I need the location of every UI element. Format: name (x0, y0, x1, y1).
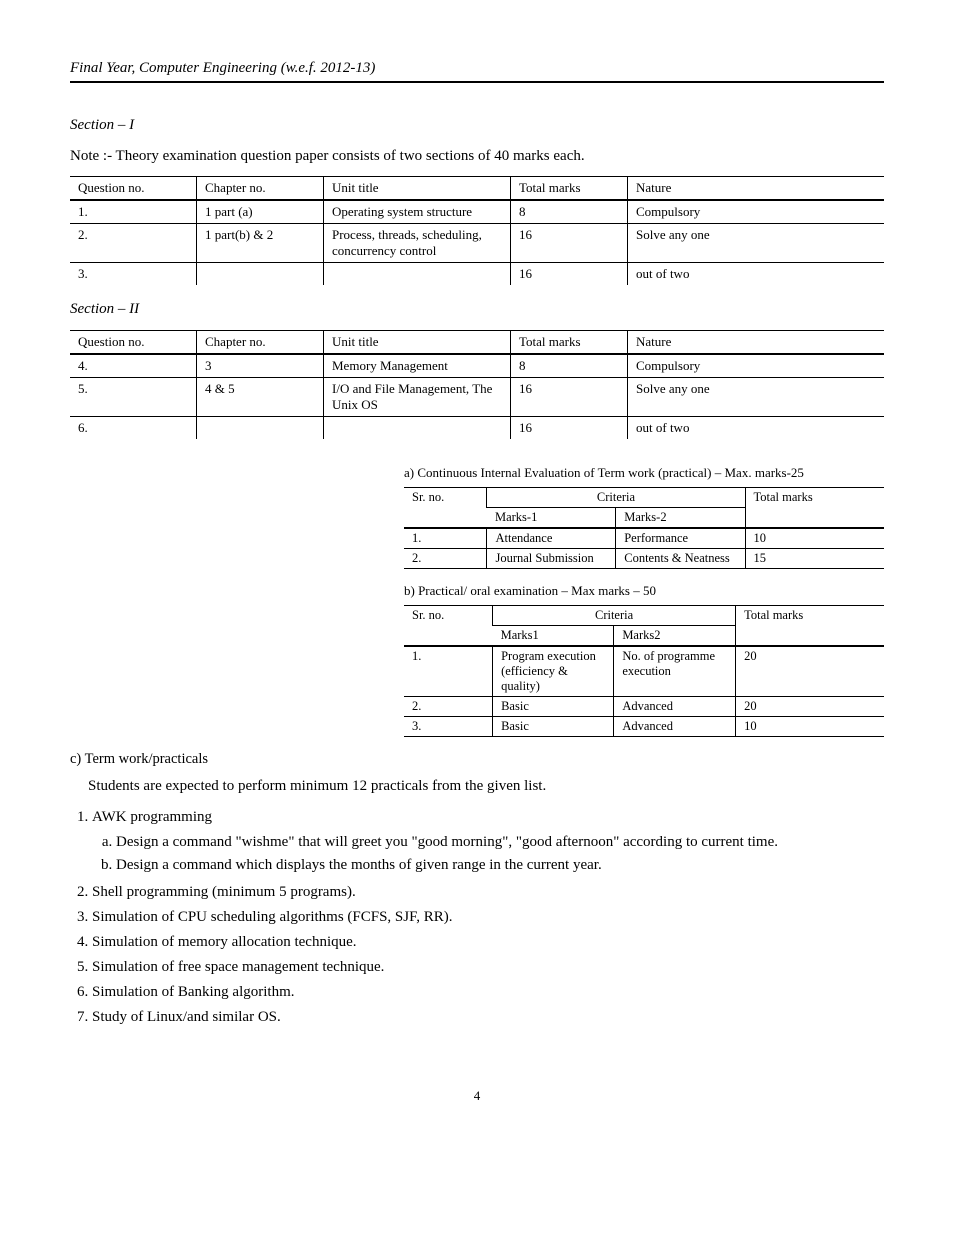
t1-r2c3: Process, threads, scheduling, concurrenc… (324, 224, 511, 263)
t1-r2c2: 1 part(b) & 2 (197, 224, 324, 263)
table4-caption: b) Practical/ oral examination – Max mar… (404, 583, 884, 599)
t4-r2c4: 20 (736, 697, 884, 717)
t2-r2c5: Solve any one (628, 378, 885, 417)
t2-r3c4: 16 (511, 417, 628, 440)
t1-r2c5: Solve any one (628, 224, 885, 263)
section-2-table: Question no. Chapter no. Unit title Tota… (70, 330, 884, 439)
termwork-intro: Students are expected to perform minimum… (88, 776, 884, 796)
list-item: AWK programming Design a command "wishme… (92, 807, 884, 876)
t3-r1c3: Performance (616, 528, 745, 549)
t2-r1c5: Compulsory (628, 354, 885, 378)
t3-r2c3: Contents & Neatness (616, 549, 745, 569)
t3-h4: Total marks (745, 488, 884, 529)
term-work-table: Sr. no. Criteria Total marks Marks-1 Mar… (404, 487, 884, 569)
t1-r3c4: 16 (511, 263, 628, 286)
t2-r2c3: I/O and File Management, The Unix OS (324, 378, 511, 417)
t3-sub1: Marks-1 (487, 508, 616, 529)
t1-r3c5: out of two (628, 263, 885, 286)
t1-r2c1: 2. (70, 224, 197, 263)
t1-h5: Nature (628, 177, 885, 201)
t4-r2c2: Basic (493, 697, 614, 717)
t4-sub2: Marks2 (614, 626, 736, 647)
t4-r3c3: Advanced (614, 717, 736, 737)
t4-r2c3: Advanced (614, 697, 736, 717)
t2-r1c3: Memory Management (324, 354, 511, 378)
list-item: Simulation of Banking algorithm. (92, 982, 884, 1003)
page-number: 4 (70, 1088, 884, 1104)
t1-h3: Unit title (324, 177, 511, 201)
t1-h4: Total marks (511, 177, 628, 201)
t4-r1c4: 20 (736, 646, 884, 697)
table3-caption: a) Continuous Internal Evaluation of Ter… (404, 465, 884, 481)
t3-h1: Sr. no. (404, 488, 487, 529)
t1-r1c4: 8 (511, 200, 628, 224)
t2-h2: Chapter no. (197, 331, 324, 355)
practical-oral-table: Sr. no. Criteria Total marks Marks1 Mark… (404, 605, 884, 737)
t1-r3c2 (197, 263, 324, 286)
t4-r1c2: Program execution (efficiency & quality) (493, 646, 614, 697)
header-rule (70, 81, 884, 83)
list-item: Simulation of memory allocation techniqu… (92, 932, 884, 953)
t1-r1c1: 1. (70, 200, 197, 224)
t2-r3c1: 6. (70, 417, 197, 440)
t3-r1c4: 10 (745, 528, 884, 549)
t3-r1c2: Attendance (487, 528, 616, 549)
t4-span: Criteria (493, 606, 736, 626)
t2-r3c5: out of two (628, 417, 885, 440)
t3-span: Criteria (487, 488, 745, 508)
t1-r2c4: 16 (511, 224, 628, 263)
t3-r2c1: 2. (404, 549, 487, 569)
list-subitem: Design a command which displays the mont… (116, 855, 884, 876)
t2-r2c4: 16 (511, 378, 628, 417)
t4-sub1: Marks1 (493, 626, 614, 647)
practicals-list: AWK programming Design a command "wishme… (92, 807, 884, 1028)
t2-h5: Nature (628, 331, 885, 355)
section-1-table: Question no. Chapter no. Unit title Tota… (70, 176, 884, 285)
t1-r3c3 (324, 263, 511, 286)
list-subitem: Design a command "wishme" that will gree… (116, 832, 884, 853)
list-item: Study of Linux/and similar OS. (92, 1007, 884, 1028)
t1-r3c1: 3. (70, 263, 197, 286)
t3-r1c1: 1. (404, 528, 487, 549)
t3-sub2: Marks-2 (616, 508, 745, 529)
list-item: Shell programming (minimum 5 programs). (92, 882, 884, 903)
section-1-note: Note :- Theory examination question pape… (70, 146, 884, 166)
t4-r3c4: 10 (736, 717, 884, 737)
t1-r1c2: 1 part (a) (197, 200, 324, 224)
section-2-heading: Section – II (70, 301, 884, 318)
t2-r2c1: 5. (70, 378, 197, 417)
t1-h2: Chapter no. (197, 177, 324, 201)
t1-r1c3: Operating system structure (324, 200, 511, 224)
list-item-label: AWK programming (92, 809, 212, 825)
t4-r2c1: 2. (404, 697, 493, 717)
t3-r2c2: Journal Submission (487, 549, 616, 569)
t4-r1c3: No. of programme execution (614, 646, 736, 697)
list-item: Simulation of CPU scheduling algorithms … (92, 907, 884, 928)
t2-r1c4: 8 (511, 354, 628, 378)
list-item: Simulation of free space management tech… (92, 957, 884, 978)
t2-r1c1: 4. (70, 354, 197, 378)
t4-h1: Sr. no. (404, 606, 493, 647)
t2-r3c3 (324, 417, 511, 440)
t4-h4: Total marks (736, 606, 884, 647)
t2-h1: Question no. (70, 331, 197, 355)
t4-r3c2: Basic (493, 717, 614, 737)
t2-h3: Unit title (324, 331, 511, 355)
t4-r3c1: 3. (404, 717, 493, 737)
t4-r1c1: 1. (404, 646, 493, 697)
t2-h4: Total marks (511, 331, 628, 355)
t1-r1c5: Compulsory (628, 200, 885, 224)
section-1-heading: Section – I (70, 117, 884, 134)
running-head: Final Year, Computer Engineering (w.e.f.… (70, 60, 884, 77)
t2-r2c2: 4 & 5 (197, 378, 324, 417)
t2-r3c2 (197, 417, 324, 440)
termwork-heading: c) Term work/practicals (70, 751, 884, 768)
t3-r2c4: 15 (745, 549, 884, 569)
t1-h1: Question no. (70, 177, 197, 201)
t2-r1c2: 3 (197, 354, 324, 378)
